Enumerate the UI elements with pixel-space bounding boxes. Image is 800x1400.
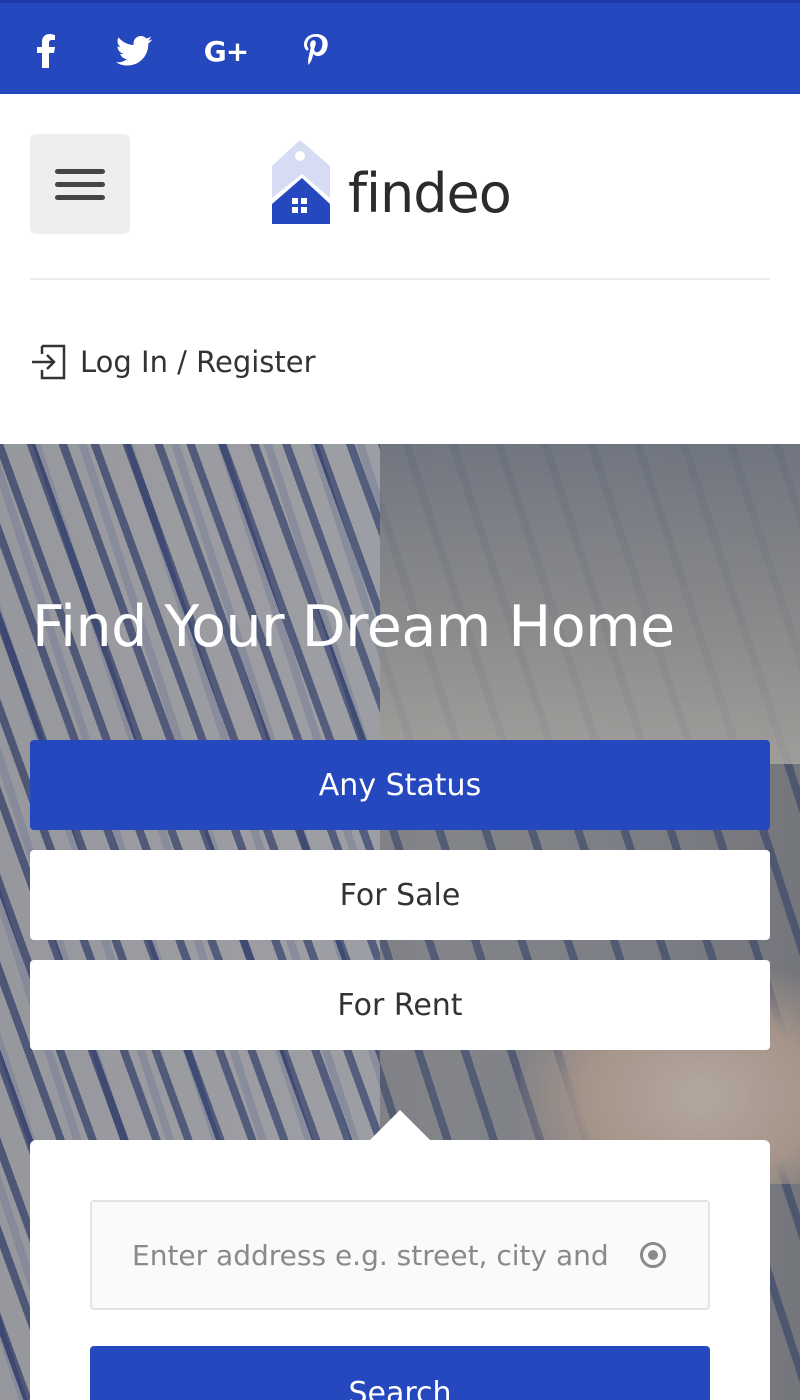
address-input[interactable] xyxy=(132,1202,612,1308)
hamburger-menu-icon[interactable] xyxy=(30,134,130,234)
login-register-label: Log In / Register xyxy=(80,345,316,379)
address-field[interactable] xyxy=(90,1200,710,1310)
status-for-rent-button[interactable]: For Rent xyxy=(30,960,770,1050)
findeo-logo[interactable]: findeo xyxy=(270,138,540,228)
login-register-link[interactable]: Log In / Register xyxy=(30,344,316,380)
social-topbar: G+ xyxy=(0,0,800,94)
googleplus-label: G+ xyxy=(203,34,249,68)
house-logo-icon xyxy=(272,140,330,224)
sign-in-icon xyxy=(32,344,66,380)
search-button[interactable]: Search xyxy=(90,1346,710,1400)
googleplus-icon[interactable]: G+ xyxy=(202,31,250,71)
search-panel: Search xyxy=(30,1110,770,1400)
facebook-icon[interactable] xyxy=(28,31,64,71)
panel-pointer xyxy=(370,1110,430,1140)
menu-bar xyxy=(55,168,105,174)
logo-text: findeo xyxy=(348,162,512,225)
site-header: findeo Log In / Register xyxy=(0,94,800,444)
target-location-icon[interactable] xyxy=(640,1242,666,1268)
menu-bar xyxy=(55,194,105,200)
menu-bar xyxy=(55,181,105,187)
header-divider xyxy=(30,278,770,280)
pinterest-icon[interactable] xyxy=(298,31,334,71)
status-for-sale-button[interactable]: For Sale xyxy=(30,850,770,940)
status-any-button[interactable]: Any Status xyxy=(30,740,770,830)
hero-section: Find Your Dream Home Any Status For Sale… xyxy=(0,444,800,1400)
twitter-icon[interactable] xyxy=(114,31,154,71)
hero-title: Find Your Dream Home xyxy=(32,594,675,660)
